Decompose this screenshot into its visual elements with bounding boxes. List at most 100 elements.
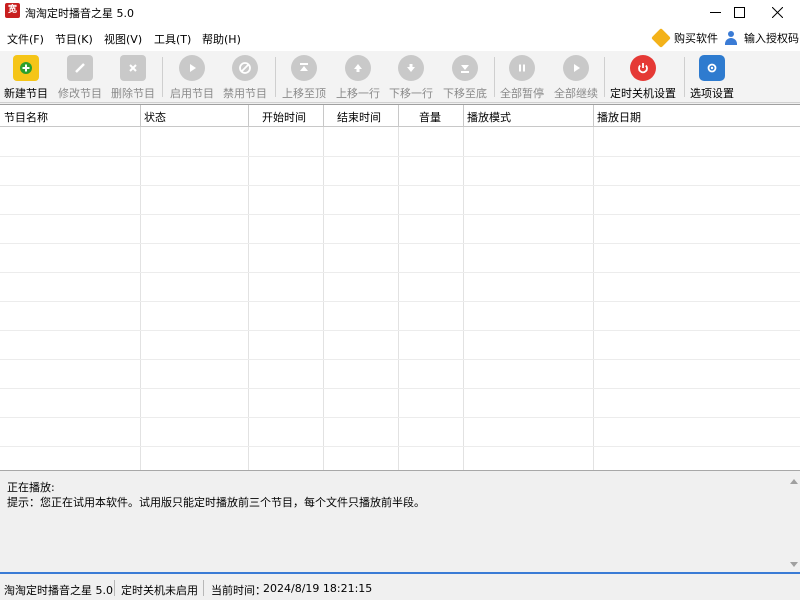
close-button[interactable] [754,0,800,25]
status-divider [203,580,204,596]
status-divider [114,580,115,596]
disable-program-button[interactable]: 禁用节目 [223,55,267,101]
row-line [0,185,800,186]
column-header-status[interactable]: 状态 [144,109,166,125]
diamond-icon [651,28,671,48]
move-bottom-button[interactable]: 下移至底 [443,55,487,101]
enter-license-link[interactable]: 输入授权码 [724,30,799,46]
new-program-icon [13,55,39,81]
resume-all-button[interactable]: 全部继续 [554,55,598,101]
row-line [0,446,800,447]
menu-bar: 文件(F) 节目(K) 视图(V) 工具(T) 帮助(H) 购买软件 输入授权码 [0,25,800,51]
header-divider [323,105,324,127]
header-divider [398,105,399,127]
move-down-button[interactable]: 下移一行 [389,55,433,101]
info-scrollbar[interactable] [789,477,798,569]
row-line [0,272,800,273]
move-bottom-icon [452,55,478,81]
row-line [0,243,800,244]
shutdown-settings-label: 定时关机设置 [610,85,676,101]
menu-help[interactable]: 帮助(H) [202,31,241,47]
move-top-label: 上移至顶 [282,85,326,101]
resume-all-label: 全部继续 [554,85,598,101]
status-bar: 淘淘定时播音之星 5.0 定时关机未启用 当前时间： 2024/8/19 18:… [0,576,800,600]
move-down-icon [398,55,424,81]
row-line [0,388,800,389]
maximize-icon [734,7,745,18]
toolbar-separator [275,57,276,97]
buy-software-link[interactable]: 购买软件 [654,30,718,46]
now-playing-panel[interactable]: 正在播放: 提示：您正在试用本软件。试用版只能定时播放前三个节目，每个文件只播放… [0,470,800,574]
title-bar: 宽 淘淘定时播音之星 5.0 [0,0,800,25]
edit-program-label: 修改节目 [58,85,102,101]
program-table[interactable]: 节目名称 状态 开始时间 结束时间 音量 播放模式 播放日期 [0,104,800,470]
new-program-button[interactable]: 新建节目 [4,55,48,101]
app-icon: 宽 [5,3,20,18]
enter-license-label: 输入授权码 [744,30,799,46]
pause-all-button[interactable]: 全部暂停 [500,55,544,101]
enable-icon [179,55,205,81]
toolbar-separator [684,57,685,97]
row-line [0,214,800,215]
toolbar-separator [494,57,495,97]
column-header-start-time[interactable]: 开始时间 [262,109,306,125]
header-divider [463,105,464,127]
header-divider [140,105,141,127]
scroll-up-icon[interactable] [790,479,798,484]
close-icon [772,7,783,18]
column-header-play-mode[interactable]: 播放模式 [467,109,511,125]
edit-program-button[interactable]: 修改节目 [58,55,102,101]
header-divider [248,105,249,127]
shutdown-settings-button[interactable]: 定时关机设置 [610,55,676,101]
toolbar-separator [162,57,163,97]
scroll-down-icon[interactable] [790,562,798,567]
move-top-button[interactable]: 上移至顶 [282,55,326,101]
row-line [0,359,800,360]
delete-program-label: 删除节目 [111,85,155,101]
row-line [0,156,800,157]
row-line [0,301,800,302]
menu-file[interactable]: 文件(F) [7,31,44,47]
status-app-name: 淘淘定时播音之星 5.0 [4,582,113,598]
status-time-value: 2024/8/19 18:21:15 [263,582,372,595]
settings-icon [699,55,725,81]
power-icon [630,55,656,81]
user-icon [724,31,738,45]
enable-program-label: 启用节目 [170,85,214,101]
move-bottom-label: 下移至底 [443,85,487,101]
column-header-end-time[interactable]: 结束时间 [337,109,381,125]
row-line [0,330,800,331]
buy-software-label: 购买软件 [674,30,718,46]
move-up-button[interactable]: 上移一行 [336,55,380,101]
column-header-program-name[interactable]: 节目名称 [4,109,48,125]
window-title: 淘淘定时播音之星 5.0 [25,5,134,21]
options-settings-button[interactable]: 选项设置 [690,55,734,101]
options-settings-label: 选项设置 [690,85,734,101]
row-line [0,417,800,418]
menu-program[interactable]: 节目(K) [55,31,93,47]
disable-program-label: 禁用节目 [223,85,267,101]
pause-all-icon [509,55,535,81]
toolbar-separator [604,57,605,97]
toolbar: 新建节目 修改节目 删除节目 启用节目 禁用节目 上移至顶 [0,51,800,103]
table-header: 节目名称 状态 开始时间 结束时间 音量 播放模式 播放日期 [0,105,800,127]
status-time-label: 当前时间： [211,582,266,598]
delete-program-icon [120,55,146,81]
disable-icon [232,55,258,81]
column-header-volume[interactable]: 音量 [419,109,441,125]
resume-all-icon [563,55,589,81]
menu-view[interactable]: 视图(V) [104,31,142,47]
edit-program-icon [67,55,93,81]
now-playing-label: 正在播放: [7,479,55,495]
move-up-icon [345,55,371,81]
enable-program-button[interactable]: 启用节目 [170,55,214,101]
pause-all-label: 全部暂停 [500,85,544,101]
move-down-label: 下移一行 [389,85,433,101]
status-shutdown: 定时关机未启用 [121,582,198,598]
menu-tools[interactable]: 工具(T) [154,31,191,47]
header-divider [593,105,594,127]
move-up-label: 上移一行 [336,85,380,101]
delete-program-button[interactable]: 删除节目 [111,55,155,101]
column-header-play-date[interactable]: 播放日期 [597,109,641,125]
move-top-icon [291,55,317,81]
